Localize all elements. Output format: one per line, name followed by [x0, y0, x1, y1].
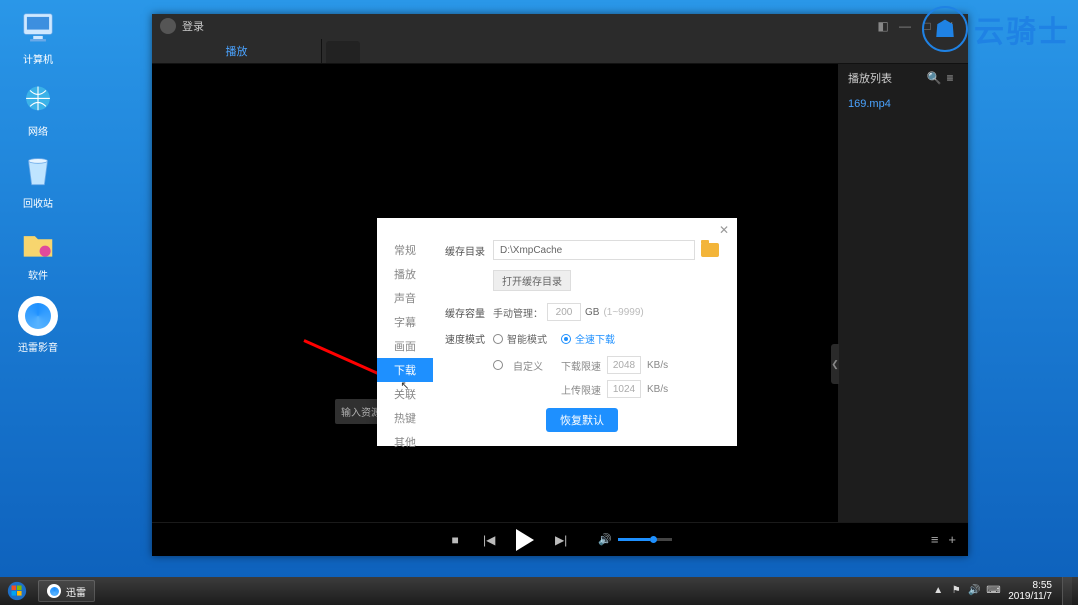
watermark-icon: ☗ — [922, 6, 968, 52]
next-button[interactable]: ▶| — [554, 533, 568, 547]
volume-slider[interactable] — [618, 538, 672, 541]
desktop-icon-computer[interactable]: 计算机 — [10, 8, 66, 66]
tray-volume-icon[interactable]: 🔊 — [968, 585, 980, 597]
recycle-icon — [18, 152, 58, 192]
restore-default-button[interactable]: 恢复默认 — [546, 408, 618, 432]
nav-sound[interactable]: 声音 — [377, 286, 433, 310]
taskbar-app-label: 迅雷 — [66, 584, 86, 599]
manual-mgmt-label: 手动管理： — [493, 305, 543, 320]
tray-ime-icon[interactable]: ⌨ — [986, 585, 998, 597]
add-media-icon[interactable]: + — [948, 532, 956, 547]
playlist-title: 播放列表 — [848, 70, 926, 86]
tray-flag-icon[interactable]: ⚑ — [950, 585, 962, 597]
avatar-icon[interactable] — [160, 18, 176, 34]
nav-assoc[interactable]: 关联 — [377, 382, 433, 406]
desktop-icon-recycle[interactable]: 回收站 — [10, 152, 66, 210]
custom-label: 自定义 — [513, 358, 543, 373]
desktop-icon-software[interactable]: 软件 — [10, 224, 66, 282]
taskbar-app-xunlei[interactable]: 迅雷 — [38, 580, 95, 602]
nav-download[interactable]: 下载 ↖ — [377, 358, 433, 382]
desktop-label: 计算机 — [23, 51, 53, 66]
volume-icon[interactable]: 🔊 — [598, 533, 612, 546]
menu-icon[interactable]: ≡ — [942, 71, 958, 85]
nav-hotkey[interactable]: 热键 — [377, 406, 433, 430]
stop-button[interactable]: ■ — [448, 533, 462, 547]
settings-dialog: ✕ 常规 播放 声音 字幕 画面 下载 ↖ 关联 热键 其他 — [377, 218, 737, 446]
nav-other[interactable]: 其他 — [377, 430, 433, 454]
show-desktop-button[interactable] — [1062, 577, 1072, 605]
full-speed-label: 全速下载 — [575, 331, 615, 346]
play-button[interactable] — [516, 529, 534, 551]
player-controls: ■ |◀ ▶| 🔊 ≡ + — [152, 522, 968, 556]
desktop-label: 网络 — [28, 123, 48, 138]
radio-full-speed[interactable] — [561, 334, 571, 344]
cap-unit: GB — [585, 307, 599, 318]
nav-general[interactable]: 常规 — [377, 238, 433, 262]
radio-smart-mode[interactable] — [493, 334, 503, 344]
nav-playback[interactable]: 播放 — [377, 262, 433, 286]
xunlei-app-icon — [18, 296, 58, 336]
settings-nav: 常规 播放 声音 字幕 画面 下载 ↖ 关联 热键 其他 — [377, 218, 433, 446]
speed-mode-label: 速度模式 — [445, 331, 493, 346]
xunlei-taskbar-icon — [47, 584, 61, 598]
settings-body: 缓存目录 D:\XmpCache 打开缓存目录 缓存容量 手动管理： 200 G… — [433, 218, 737, 446]
cap-range: (1~9999) — [603, 307, 643, 318]
playlist-header: 播放列表 🔍 ≡ — [838, 64, 968, 92]
dialog-close-icon[interactable]: ✕ — [719, 223, 729, 237]
clock-time: 8:55 — [1033, 580, 1052, 591]
taskbar: 迅雷 ▲ ⚑ 🔊 ⌨ 8:55 2019/11/7 — [0, 577, 1078, 605]
playlist-toggle-icon[interactable]: ≡ — [931, 532, 939, 547]
nav-picture[interactable]: 画面 — [377, 334, 433, 358]
tray-expand-icon[interactable]: ▲ — [932, 585, 944, 597]
video-stage[interactable]: 输入资源链接 ❮ ✕ 常规 播放 声音 字幕 画面 下载 ↖ — [152, 64, 838, 522]
tab-playing[interactable]: 播放 — [152, 39, 322, 63]
cache-dir-input[interactable]: D:\XmpCache — [493, 240, 695, 260]
sidebar-toggle[interactable]: ❮ — [831, 344, 839, 384]
cache-dir-label: 缓存目录 — [445, 243, 493, 258]
nav-download-label: 下载 — [394, 362, 416, 378]
prev-button[interactable]: |◀ — [482, 533, 496, 547]
clock[interactable]: 8:55 2019/11/7 — [1004, 580, 1056, 602]
watermark: ☗ 云骑士 — [922, 6, 1070, 52]
browse-folder-icon[interactable] — [701, 243, 719, 257]
tab-new[interactable] — [326, 41, 360, 63]
desktop-icons: 计算机 网络 回收站 软件 迅雷影音 — [10, 8, 66, 354]
dl-limit-label: 下载限速 — [561, 358, 601, 373]
tabbar: 播放 — [152, 38, 968, 64]
desktop-label: 迅雷影音 — [18, 339, 58, 354]
desktop-label: 回收站 — [23, 195, 53, 210]
dl-limit-input[interactable]: 2048 — [607, 356, 641, 374]
ul-unit: KB/s — [647, 384, 668, 395]
minimize-button[interactable]: — — [894, 19, 916, 33]
playlist-item[interactable]: 169.mp4 — [838, 92, 968, 116]
watermark-text: 云骑士 — [974, 7, 1070, 51]
system-tray: ▲ ⚑ 🔊 ⌨ 8:55 2019/11/7 — [932, 577, 1078, 605]
clock-date: 2019/11/7 — [1008, 591, 1052, 602]
open-cache-dir-button[interactable]: 打开缓存目录 — [493, 270, 571, 291]
play-icon — [516, 529, 534, 551]
ul-limit-label: 上传限速 — [561, 382, 601, 397]
desktop-icon-network[interactable]: 网络 — [10, 80, 66, 138]
desktop-label: 软件 — [28, 267, 48, 282]
dl-unit: KB/s — [647, 360, 668, 371]
search-icon[interactable]: 🔍 — [926, 71, 942, 85]
cache-cap-label: 缓存容量 — [445, 305, 493, 320]
folder-icon — [18, 224, 58, 264]
radio-custom[interactable] — [493, 360, 503, 370]
titlebar[interactable]: 登录 ◧ — □ ✕ — [152, 14, 968, 38]
network-icon — [18, 80, 58, 120]
skin-button[interactable]: ◧ — [872, 19, 894, 33]
desktop-icon-xunlei[interactable]: 迅雷影音 — [10, 296, 66, 354]
cache-cap-input[interactable]: 200 — [547, 303, 581, 321]
computer-icon — [18, 8, 58, 48]
player-window: 登录 ◧ — □ ✕ 播放 输入资源链接 ❮ ✕ 常规 播放 声音 字幕 — [152, 14, 968, 556]
login-link[interactable]: 登录 — [182, 18, 204, 34]
ul-limit-input[interactable]: 1024 — [607, 380, 641, 398]
nav-subtitle[interactable]: 字幕 — [377, 310, 433, 334]
playlist-panel: 播放列表 🔍 ≡ 169.mp4 — [838, 64, 968, 522]
start-button[interactable] — [0, 577, 34, 605]
smart-mode-label: 智能模式 — [507, 331, 547, 346]
